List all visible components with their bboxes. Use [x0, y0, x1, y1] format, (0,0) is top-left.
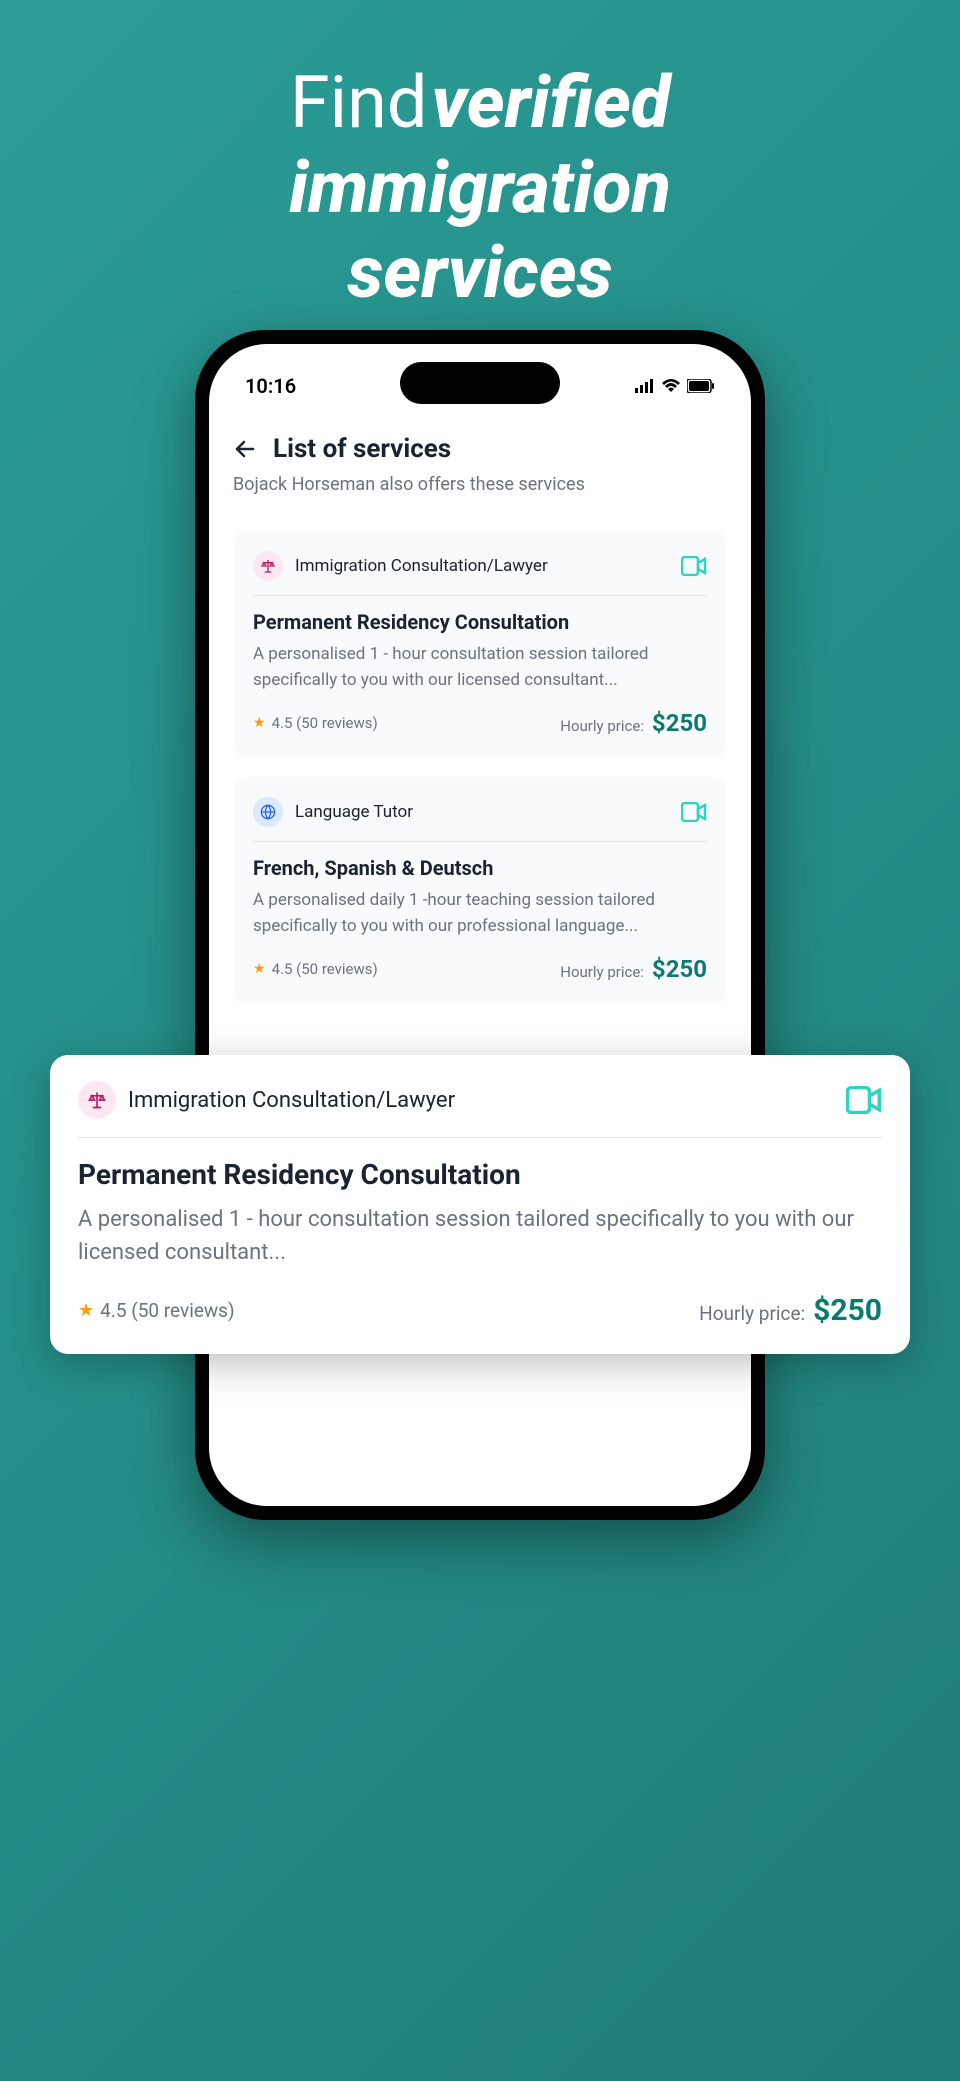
price-label: Hourly price:: [560, 717, 644, 735]
card-footer: ★ 4.5 (50 reviews) Hourly price: $250: [78, 1293, 882, 1328]
hero-line3: services: [0, 230, 960, 315]
price-row: Hourly price: $250: [699, 1293, 882, 1328]
star-icon: ★: [253, 961, 266, 977]
service-card[interactable]: Language Tutor French, Spanish & Deutsch…: [233, 777, 727, 1003]
price-value: $250: [813, 1293, 882, 1328]
star-icon: ★: [78, 1300, 94, 1321]
back-arrow-icon[interactable]: [233, 437, 257, 461]
card-header: Language Tutor: [253, 797, 707, 842]
rating-text: 4.5 (50 reviews): [272, 714, 378, 732]
wifi-icon: [661, 379, 681, 393]
overlay-service-card[interactable]: Immigration Consultation/Lawyer Permanen…: [50, 1055, 910, 1354]
card-category: Immigration Consultation/Lawyer: [295, 556, 548, 576]
price-row: Hourly price: $250: [560, 709, 707, 737]
page-subtitle: Bojack Horseman also offers these servic…: [233, 474, 727, 495]
status-time: 10:16: [245, 374, 296, 398]
rating-text: 4.5 (50 reviews): [272, 960, 378, 978]
scales-icon: [78, 1081, 116, 1119]
card-description: A personalised daily 1 -hour teaching se…: [253, 888, 707, 939]
card-title: French, Spanish & Deutsch: [253, 856, 707, 880]
hero-word-find: Find: [290, 60, 428, 145]
price-label: Hourly price:: [699, 1302, 805, 1325]
video-icon[interactable]: [846, 1086, 882, 1114]
service-card[interactable]: Immigration Consultation/Lawyer Permanen…: [233, 531, 727, 757]
card-rating: ★ 4.5 (50 reviews): [78, 1299, 235, 1322]
cellular-icon: [635, 379, 655, 393]
battery-icon: [687, 379, 715, 393]
card-rating: ★ 4.5 (50 reviews): [253, 960, 378, 978]
hero-headline: Find verified immigration services: [0, 0, 960, 315]
card-footer: ★ 4.5 (50 reviews) Hourly price: $250: [253, 955, 707, 983]
card-category: Language Tutor: [295, 802, 413, 822]
page-title: List of services: [273, 434, 451, 464]
globe-icon: [253, 797, 283, 827]
scales-icon: [253, 551, 283, 581]
card-footer: ★ 4.5 (50 reviews) Hourly price: $250: [253, 709, 707, 737]
rating-text: 4.5 (50 reviews): [100, 1299, 234, 1322]
card-header: Immigration Consultation/Lawyer: [78, 1081, 882, 1138]
card-title: Permanent Residency Consultation: [253, 610, 707, 634]
card-title: Permanent Residency Consultation: [78, 1158, 882, 1191]
content-area: List of services Bojack Horseman also of…: [209, 404, 751, 1003]
price-value: $250: [652, 709, 707, 737]
hero-line2: immigration: [0, 145, 960, 230]
header-row: List of services: [233, 434, 727, 464]
price-row: Hourly price: $250: [560, 955, 707, 983]
card-description: A personalised 1 - hour consultation ses…: [78, 1203, 882, 1269]
status-icons: [635, 379, 715, 393]
price-label: Hourly price:: [560, 963, 644, 981]
card-category: Immigration Consultation/Lawyer: [128, 1088, 455, 1113]
star-icon: ★: [253, 715, 266, 731]
hero-word-verified: verified: [431, 60, 670, 145]
card-description: A personalised 1 - hour consultation ses…: [253, 642, 707, 693]
card-header: Immigration Consultation/Lawyer: [253, 551, 707, 596]
phone-notch: [400, 362, 560, 404]
video-icon[interactable]: [681, 556, 707, 576]
price-value: $250: [652, 955, 707, 983]
card-rating: ★ 4.5 (50 reviews): [253, 714, 378, 732]
video-icon[interactable]: [681, 802, 707, 822]
